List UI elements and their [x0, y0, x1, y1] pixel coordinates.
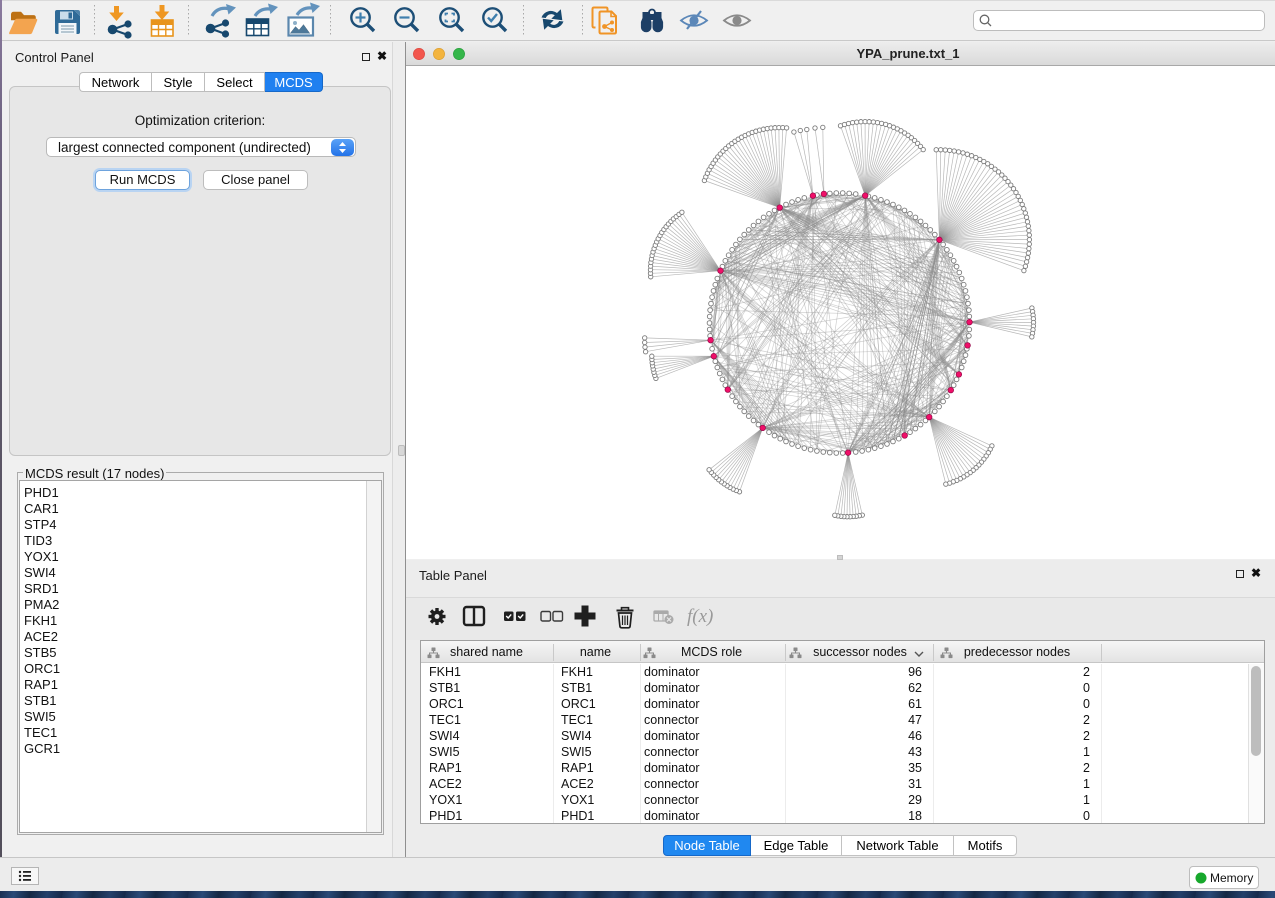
svg-text:f(x): f(x)	[687, 606, 713, 627]
